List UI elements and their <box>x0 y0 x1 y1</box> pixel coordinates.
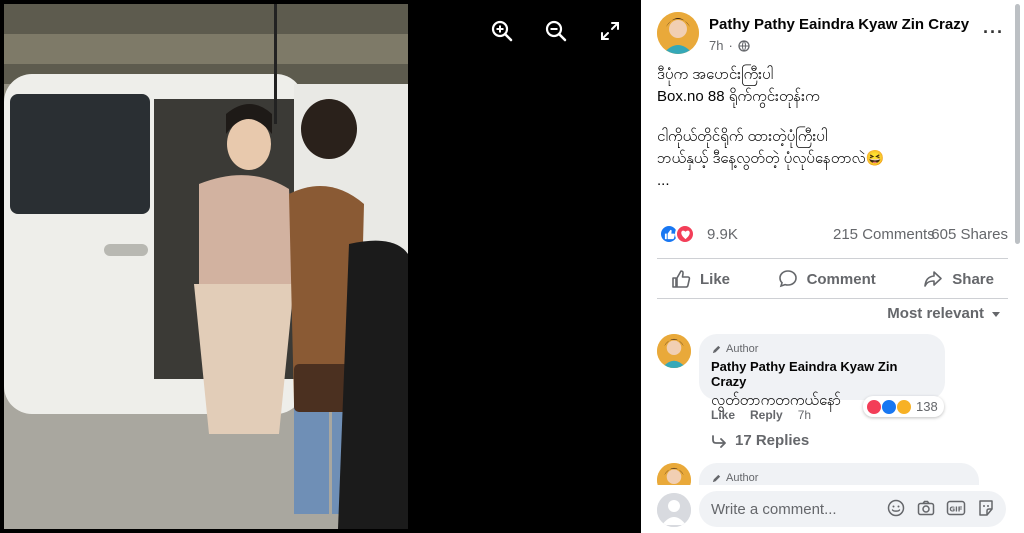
post-text-line: ဒီပုံက အပောင်းကြီးပါ <box>657 66 774 83</box>
fullscreen-icon[interactable] <box>597 18 623 44</box>
viewer-toolbar <box>489 18 623 44</box>
post-text-line <box>657 108 987 126</box>
post-header: Pathy Pathy Eaindra Kyaw Zin Crazy 7h · … <box>657 12 1004 56</box>
photo-scene <box>4 4 408 529</box>
comment-avatar[interactable] <box>657 334 691 368</box>
divider <box>657 298 1008 299</box>
pen-icon <box>712 345 721 353</box>
comment-icon <box>778 270 797 288</box>
svg-text:GIF: GIF <box>949 506 962 514</box>
sticker-icon[interactable] <box>976 498 996 518</box>
post-text-line: Box.no 88 ရိုက်ကွင်းတုန်းက <box>657 88 820 105</box>
reaction-count[interactable]: 9.9K <box>707 226 738 243</box>
divider <box>657 258 1008 259</box>
share-button-label: Share <box>952 270 994 288</box>
comments-count[interactable]: 215 Comments <box>833 226 935 243</box>
scrollbar[interactable] <box>1015 4 1020 244</box>
comment-item: Author <box>657 463 1008 485</box>
zoom-in-icon[interactable] <box>489 18 515 44</box>
photo-viewer <box>0 0 641 533</box>
view-replies-link[interactable]: 17 Replies <box>711 432 809 449</box>
post-text-line: ဘယ်နှယ့် ဒီနေ့လွတ်တဲ့ ပုံလုပ်နေတာလဲ😆 <box>657 150 885 167</box>
caret-down-icon <box>992 311 1000 317</box>
author-badge: Author <box>711 341 933 357</box>
comment-composer: GIF <box>641 485 1024 533</box>
globe-icon <box>738 39 750 52</box>
post-photo[interactable] <box>4 4 408 529</box>
comment-item: Author Pathy Pathy Eaindra Kyaw Zin Craz… <box>657 334 1008 464</box>
share-icon <box>924 271 943 287</box>
shares-count[interactable]: 605 Shares <box>931 226 1008 243</box>
like-button[interactable]: Like <box>657 264 744 294</box>
sort-label: Most relevant <box>887 305 984 322</box>
see-more-link[interactable]: ... <box>657 170 987 192</box>
post-panel: Pathy Pathy Eaindra Kyaw Zin Crazy 7h · … <box>641 0 1024 533</box>
comment-input[interactable] <box>699 491 889 527</box>
reaction-summary: 9.9K 215 Comments 605 Shares <box>659 224 1008 246</box>
reaction-icons[interactable] <box>659 224 695 244</box>
dot-separator: · <box>728 38 733 53</box>
post-time[interactable]: 7h <box>709 38 723 53</box>
camera-icon[interactable] <box>916 498 936 518</box>
replies-count: 17 Replies <box>735 432 810 449</box>
love-reaction-icon <box>866 398 882 415</box>
comment-button[interactable]: Comment <box>764 264 890 294</box>
author-badge: Author <box>711 470 967 485</box>
comment-bubble: Author Pathy Pathy Eaindra Kyaw Zin Craz… <box>699 334 945 409</box>
comment-reaction-count: 138 <box>916 399 938 414</box>
comment-author-name[interactable]: Pathy Pathy Eaindra Kyaw Zin Crazy <box>711 359 933 389</box>
share-button[interactable]: Share <box>909 264 1008 294</box>
comment-avatar[interactable] <box>657 463 691 485</box>
my-avatar[interactable] <box>657 493 691 527</box>
pen-icon <box>712 474 721 482</box>
author-badge-label: Author <box>726 472 759 484</box>
post-author-name[interactable]: Pathy Pathy Eaindra Kyaw Zin Crazy <box>709 16 969 33</box>
haha-reaction-icon <box>896 398 912 415</box>
post-actions: Like Comment Share <box>657 264 1008 294</box>
comment-reply-link[interactable]: Reply <box>750 408 783 422</box>
thumbs-up-icon <box>672 270 691 288</box>
comment-actions: Like Reply 7h <box>711 408 811 422</box>
post-text-line: ငါကိုယ်တိုင်ရိုက် ထားတဲ့ပုံကြီးပါ <box>657 128 828 145</box>
author-avatar[interactable] <box>657 12 699 54</box>
reply-arrow-icon <box>712 434 726 448</box>
like-reaction-icon <box>881 398 897 415</box>
zoom-out-icon[interactable] <box>543 18 569 44</box>
comment-like-link[interactable]: Like <box>711 408 735 422</box>
more-options-icon[interactable]: ··· <box>983 22 1004 43</box>
love-reaction-icon <box>675 224 695 244</box>
comment-input-box: GIF <box>699 491 1006 527</box>
composer-tools: GIF <box>886 498 996 518</box>
comment-sort-dropdown[interactable]: Most relevant <box>887 305 1002 322</box>
gif-icon[interactable]: GIF <box>946 498 966 518</box>
post-meta: 7h · <box>709 38 750 53</box>
comment-button-label: Comment <box>806 270 876 288</box>
comment-bubble: Author <box>699 463 979 485</box>
post-text: ဒီပုံက အပောင်းကြီးပါ Box.no 88 ရိုက်ကွင်… <box>657 64 987 192</box>
author-badge-label: Author <box>726 343 759 355</box>
emoji-icon[interactable] <box>886 498 906 518</box>
comment-time[interactable]: 7h <box>798 408 811 422</box>
like-button-label: Like <box>700 270 731 288</box>
comment-reactions[interactable]: 138 <box>863 396 944 417</box>
